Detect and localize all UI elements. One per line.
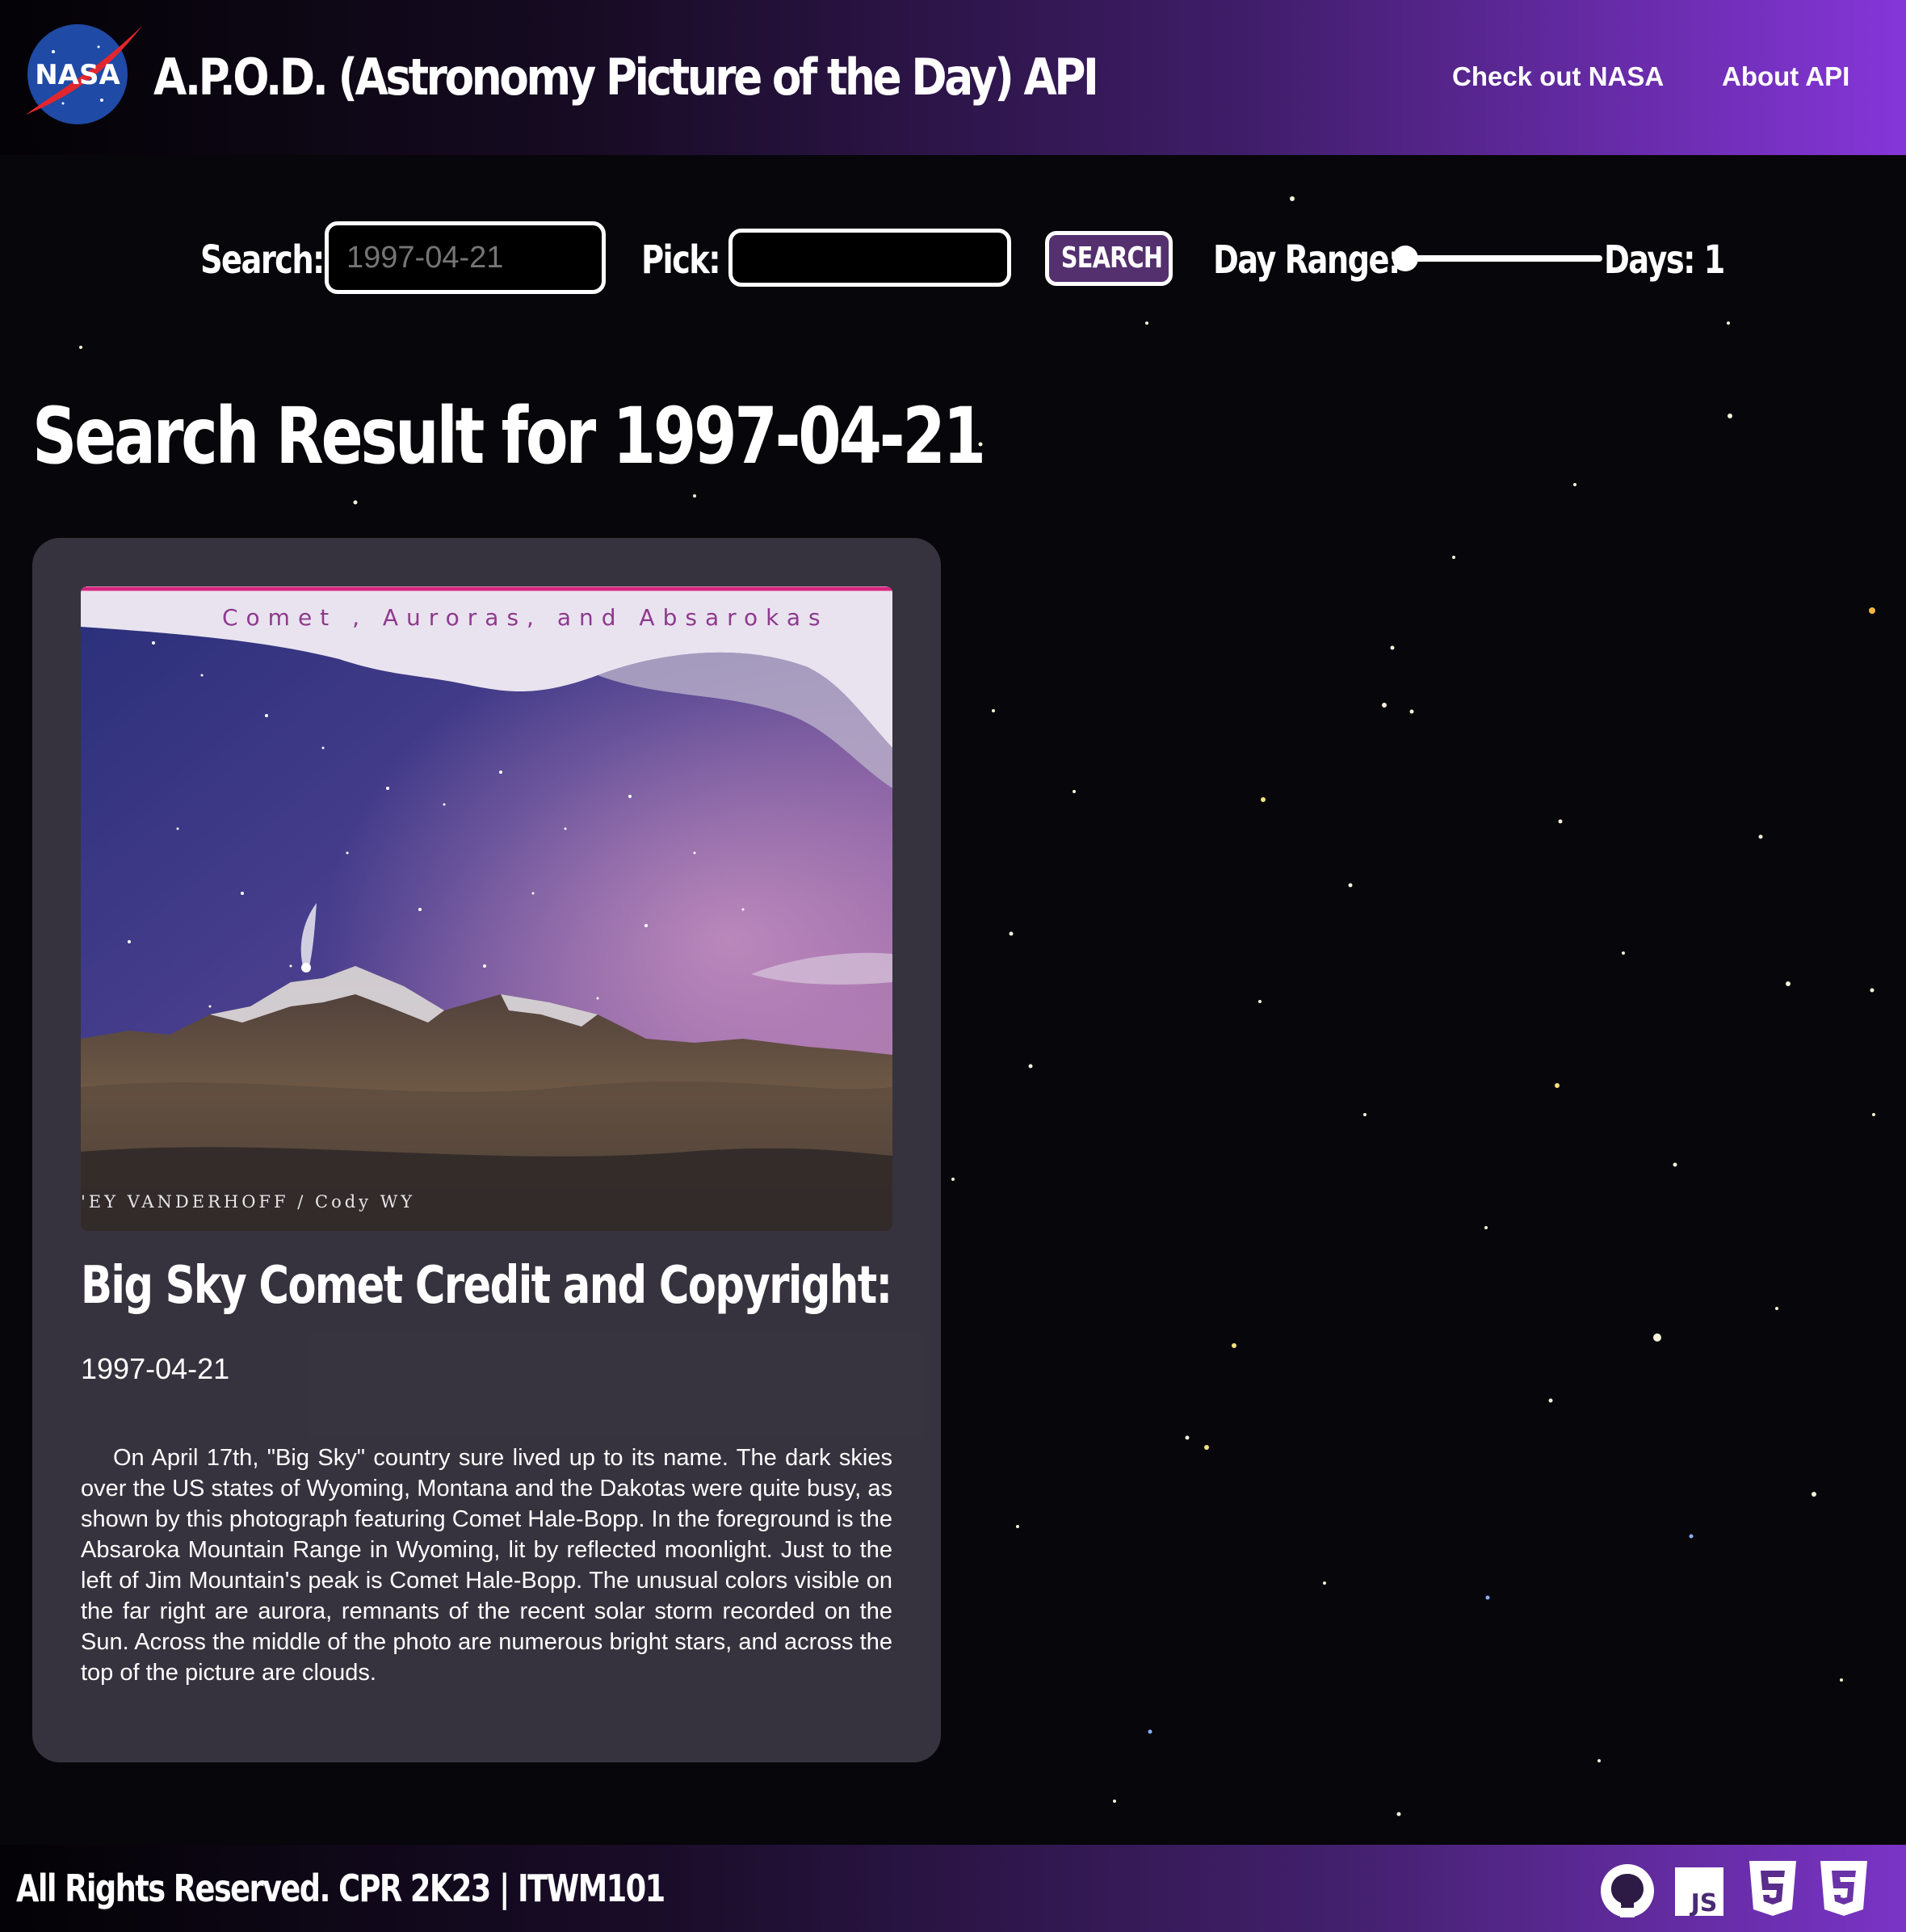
apod-date: 1997-04-21 [81, 1352, 230, 1385]
app-title: A.P.O.D. (Astronomy Picture of the Day) … [153, 48, 1099, 107]
github-icon[interactable] [1599, 1863, 1656, 1919]
day-range-track[interactable] [1402, 255, 1602, 262]
pick-label: Pick: [641, 237, 721, 283]
result-heading: Search Result for 1997-04-21 [32, 391, 986, 481]
search-label: Search: [200, 237, 325, 283]
search-input[interactable] [325, 221, 606, 294]
nav-link-check-out-nasa[interactable]: Check out NASA [1452, 58, 1664, 95]
apod-explanation: On April 17th, "Big Sky" country sure li… [81, 1445, 892, 1686]
apod-photo-art [81, 586, 892, 1231]
js-badge-text: JS [1690, 1889, 1718, 1916]
search-button[interactable]: SEARCH [1045, 231, 1173, 286]
top-navbar: NASA A.P.O.D. (Astronomy Picture of the … [0, 0, 1906, 155]
css3-icon[interactable] [1819, 1859, 1869, 1917]
day-range-label: Day Range: [1213, 237, 1400, 283]
apod-card: Comet , Auroras, and Absarokas 'EY VANDE… [32, 538, 941, 1762]
apod-title: Big Sky Comet Credit and Copyright: [81, 1256, 892, 1316]
footer-copyright: All Rights Reserved. CPR 2K23 | ITWM101 [16, 1867, 665, 1910]
day-range-thumb[interactable] [1392, 246, 1418, 271]
pick-date-input[interactable] [728, 229, 1011, 287]
apod-image[interactable]: Comet , Auroras, and Absarokas 'EY VANDE… [81, 586, 892, 1231]
search-button-label: SEARCH [1060, 242, 1163, 275]
footer: All Rights Reserved. CPR 2K23 | ITWM101 … [0, 1845, 1906, 1932]
javascript-icon[interactable]: JS [1675, 1867, 1723, 1916]
days-count: Days: 1 [1604, 237, 1725, 283]
nasa-logo-text: NASA [35, 59, 120, 91]
nasa-logo: NASA [26, 24, 142, 124]
html5-icon[interactable] [1748, 1859, 1798, 1917]
image-caption-bottom: 'EY VANDERHOFF / Cody WY [81, 1192, 416, 1212]
nav-link-about-api[interactable]: About API [1722, 58, 1849, 95]
image-caption-top: Comet , Auroras, and Absarokas [222, 604, 829, 631]
